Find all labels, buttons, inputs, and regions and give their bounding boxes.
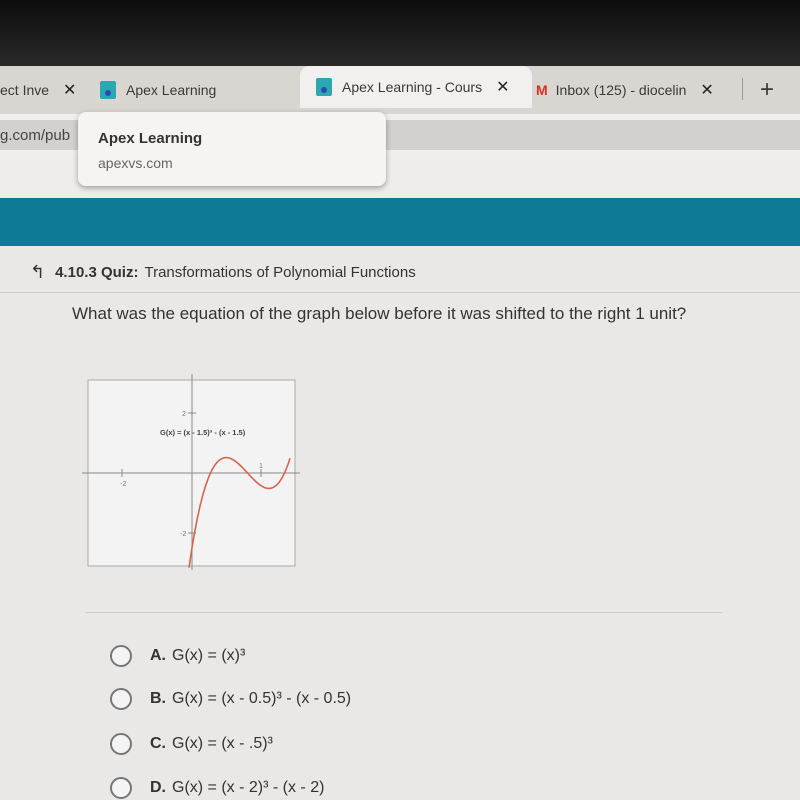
radio-button[interactable] — [110, 777, 132, 799]
new-tab-button[interactable]: + — [760, 72, 774, 108]
gmail-icon: M — [536, 82, 548, 98]
option-letter: C. — [150, 735, 166, 752]
apex-favicon-icon — [100, 81, 116, 99]
site-header-bar — [0, 198, 800, 246]
tooltip-url: apexvs.com — [98, 155, 173, 171]
option-b[interactable]: B. G(x) = (x - 0.5)³ - (x - 0.5) — [110, 688, 351, 710]
tab-title: ect Inve — [0, 82, 50, 98]
tooltip-title: Apex Learning — [98, 130, 203, 147]
tab-1[interactable]: ect Inve ✕ — [0, 72, 76, 108]
tab-hover-tooltip: Apex Learning apexvs.com — [78, 112, 386, 186]
divider — [0, 292, 800, 293]
option-text: G(x) = (x - .5)³ — [172, 735, 273, 752]
function-graph: -2 1 2 -2 G(x) = (x - 1.5)³ - (x - 1.5) — [82, 374, 300, 570]
tab-4[interactable]: M Inbox (125) - diocelin ✕ — [536, 72, 714, 108]
tab-title: Apex Learning - Cours — [342, 79, 483, 95]
tab-divider — [742, 78, 743, 100]
tab-2[interactable]: Apex Learning — [100, 72, 216, 108]
quiz-code: 4.10.3 Quiz: — [55, 264, 139, 281]
radio-button[interactable] — [110, 645, 132, 667]
x-tick-label: -2 — [120, 481, 126, 488]
radio-button[interactable] — [110, 733, 132, 755]
close-icon[interactable]: ✕ — [700, 80, 713, 100]
option-letter: B. — [150, 690, 166, 707]
option-c[interactable]: C. G(x) = (x - .5)³ — [110, 733, 273, 755]
back-arrow-icon[interactable]: ↰ — [30, 262, 45, 283]
tab-title: Inbox (125) - diocelin — [555, 82, 687, 98]
option-text: G(x) = (x)³ — [172, 647, 246, 664]
close-icon[interactable]: ✕ — [496, 77, 509, 97]
option-letter: A. — [150, 647, 166, 664]
address-text[interactable]: g.com/pub — [0, 127, 70, 144]
tab-title: Apex Learning — [126, 82, 217, 98]
question-text: What was the equation of the graph below… — [72, 304, 687, 323]
quiz-breadcrumb: ↰ 4.10.3 Quiz: Transformations of Polyno… — [30, 262, 416, 283]
function-label: G(x) = (x - 1.5)³ - (x - 1.5) — [160, 428, 246, 437]
divider — [86, 612, 722, 613]
radio-button[interactable] — [110, 688, 132, 710]
option-text: G(x) = (x - 2)³ - (x - 2) — [172, 779, 325, 796]
y-tick-label: -2 — [180, 531, 186, 538]
screen-bezel — [0, 0, 800, 68]
tab-3-active[interactable]: Apex Learning - Cours ✕ — [300, 66, 532, 108]
option-text: G(x) = (x - 0.5)³ - (x - 0.5) — [172, 690, 352, 707]
quiz-title: Transformations of Polynomial Functions — [144, 264, 416, 281]
y-tick-label: 2 — [182, 411, 186, 418]
option-letter: D. — [150, 779, 166, 796]
close-icon[interactable]: ✕ — [63, 80, 76, 100]
apex-favicon-icon — [316, 78, 332, 96]
option-a[interactable]: A. G(x) = (x)³ — [110, 645, 245, 667]
option-d[interactable]: D. G(x) = (x - 2)³ - (x - 2) — [110, 777, 324, 799]
x-tick-label: 1 — [259, 463, 263, 470]
